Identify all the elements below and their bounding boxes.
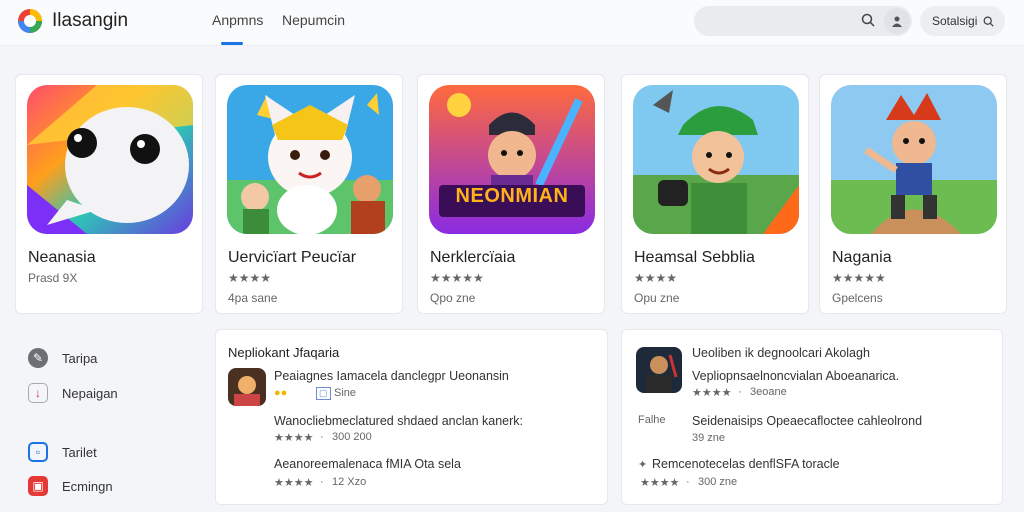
app-price: 4pa sane [228, 291, 278, 305]
list-panel-right: Ueoliben ik degnoolcari Akolagh Vepliopn… [621, 329, 1003, 505]
app-price: Qpo zne [430, 291, 476, 305]
expand-icon[interactable]: ✦ [638, 458, 647, 471]
list-item-title[interactable]: Peaiagnes Iamacela danclegpr Ueonansin [274, 369, 509, 383]
app-title: Nagania [832, 249, 892, 266]
search-icon[interactable] [857, 9, 879, 31]
bookmark-icon: ↓ [28, 383, 48, 403]
calendar-icon: ▣ [28, 476, 48, 496]
settings-search-button[interactable]: Sotalsigi [920, 6, 1005, 36]
sidebar-item-label: Nepaigan [62, 385, 118, 401]
app-card[interactable]: Uervicïart Peucïar ★★★★ 4pa sane [215, 74, 403, 314]
sidebar-item-label: Taripa [62, 350, 98, 366]
top-bar: Ilasangin Anpmns Nepumcin Sotalsigi [0, 0, 1024, 46]
search-small-icon [983, 16, 995, 27]
list-item-meta: 300 200 [332, 431, 372, 443]
star-rating: ★★★★ [634, 271, 678, 285]
app-title: Nerklercïaia [430, 249, 516, 266]
sidebar-item-taripa[interactable]: ✎ Taripa [28, 348, 97, 368]
banner-text: NEONMIAN [455, 185, 569, 207]
list-item-meta: 39 zne [692, 432, 726, 444]
star-rating: ★★★★★ [832, 271, 886, 285]
sidebar-item-tarilet[interactable]: ▫ Tarilet [28, 442, 97, 462]
pin-icon: ✎ [28, 348, 48, 368]
star-rating: ★★★★ [274, 477, 314, 489]
list-item-meta: Sine [334, 387, 357, 399]
app-card[interactable]: Heamsal Sebblia ★★★★ Opu zne [621, 74, 809, 314]
list-item-meta: 12 Xzo [332, 476, 367, 488]
tab-second[interactable]: Nepumcin [282, 12, 345, 28]
star-rating: ★★★★ [640, 477, 680, 489]
app-artwork [633, 85, 799, 234]
app-card[interactable]: Neanasia Prasd 9X [15, 74, 203, 314]
list-item-tag: Falhe [638, 414, 666, 426]
sidebar-item-ecmingn[interactable]: ▣ Ecmingn [28, 476, 113, 496]
list-item-title[interactable]: Aeanoreemalenaca fMIA Ota sela [274, 457, 461, 471]
app-artwork: NEONMIAN [429, 85, 595, 234]
device-icon: ▢ [316, 387, 331, 400]
app-artwork [27, 85, 193, 234]
app-name: Ilasangin [52, 10, 129, 31]
app-title: Neanasia [28, 249, 96, 266]
coin-icon: ●● [274, 387, 288, 399]
list-item-meta: 3eoane [750, 386, 787, 398]
app-price: Opu zne [634, 291, 680, 305]
list-panel-left: Nepliokant Jfaqaria Peaiagnes Iamacela d… [215, 329, 608, 505]
list-item-title[interactable]: Vepliopnsaelnoncvialan Aboeanarica. [692, 369, 899, 383]
app-artwork [831, 85, 997, 234]
active-tab-indicator [221, 42, 243, 45]
sidebar-item-nepaigan[interactable]: ↓ Nepaigan [28, 383, 118, 403]
star-rating: ★★★★ [228, 271, 272, 285]
sidebar-item-label: Tarilet [62, 444, 97, 460]
settings-label: Sotalsigi [932, 14, 978, 28]
search-input[interactable] [694, 6, 912, 36]
list-item-title[interactable]: Seidenaisips Opeaecafloctee cahleolrond [692, 414, 922, 428]
panel-title: Nepliokant Jfaqaria [228, 345, 340, 360]
list-item-meta: · [738, 386, 742, 398]
list-item-title[interactable]: Remcenotecelas denflSFA toracle [652, 457, 840, 471]
chat-icon: ▫ [28, 442, 48, 462]
list-item-meta: · [686, 476, 690, 488]
app-logo[interactable] [16, 7, 44, 35]
sidebar-item-label: Ecmingn [62, 478, 113, 494]
tab-apps[interactable]: Anpmns [212, 12, 263, 28]
app-rating-text: Prasd 9X [28, 271, 78, 285]
app-thumbnail[interactable] [228, 368, 266, 406]
star-rating: ★★★★ [692, 387, 732, 399]
list-item-title[interactable]: Ueoliben ik degnoolcari Akolagh [692, 346, 870, 360]
app-title: Uervicïart Peucïar [228, 249, 357, 266]
app-card[interactable]: Nagania ★★★★★ Gpelcens [819, 74, 1007, 314]
app-thumbnail[interactable] [636, 347, 682, 393]
app-title: Heamsal Sebblia [634, 249, 755, 266]
account-icon[interactable] [884, 8, 910, 34]
list-item-meta: · [320, 431, 324, 443]
app-card[interactable]: NEONMIAN Nerklercïaia ★★★★★ Qpo zne [417, 74, 605, 314]
list-item-meta: · [320, 476, 324, 488]
star-rating: ★★★★ [274, 432, 314, 444]
list-item-title[interactable]: Wanocliebmeclatured shdaed anclan kanerk… [274, 414, 523, 428]
list-item-meta: 300 zne [698, 476, 738, 488]
app-price: Gpelcens [832, 291, 883, 305]
app-artwork [227, 85, 393, 234]
star-rating: ★★★★★ [430, 271, 484, 285]
